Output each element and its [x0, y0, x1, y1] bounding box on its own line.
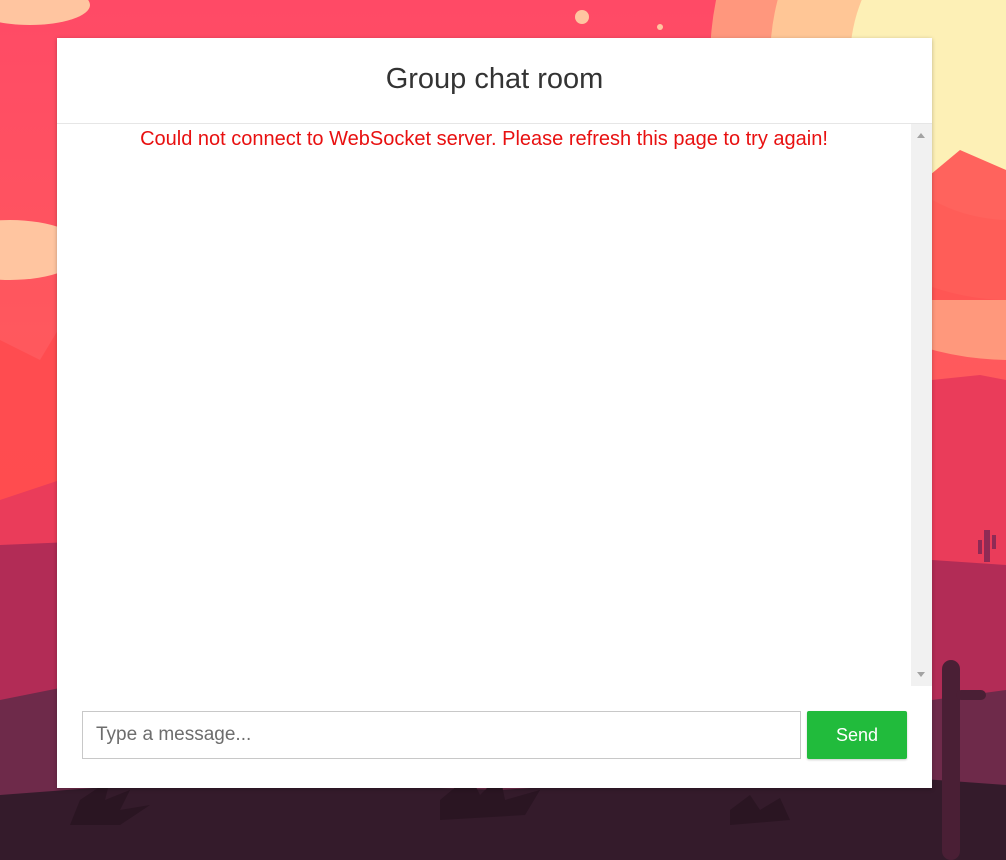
message-input[interactable]	[82, 711, 801, 759]
chat-window: Group chat room Could not connect to Web…	[57, 38, 932, 788]
message-list-scrollbar[interactable]	[911, 124, 932, 686]
scroll-down-arrow-icon[interactable]	[917, 672, 925, 677]
scroll-up-arrow-icon[interactable]	[917, 133, 925, 138]
chat-title: Group chat room	[385, 63, 604, 95]
chat-header: Group chat room	[57, 38, 932, 124]
connection-error-message: Could not connect to WebSocket server. P…	[140, 128, 828, 150]
send-button[interactable]: Send	[807, 711, 907, 759]
message-list[interactable]: Could not connect to WebSocket server. P…	[57, 124, 911, 686]
message-composer: Send	[82, 711, 907, 759]
